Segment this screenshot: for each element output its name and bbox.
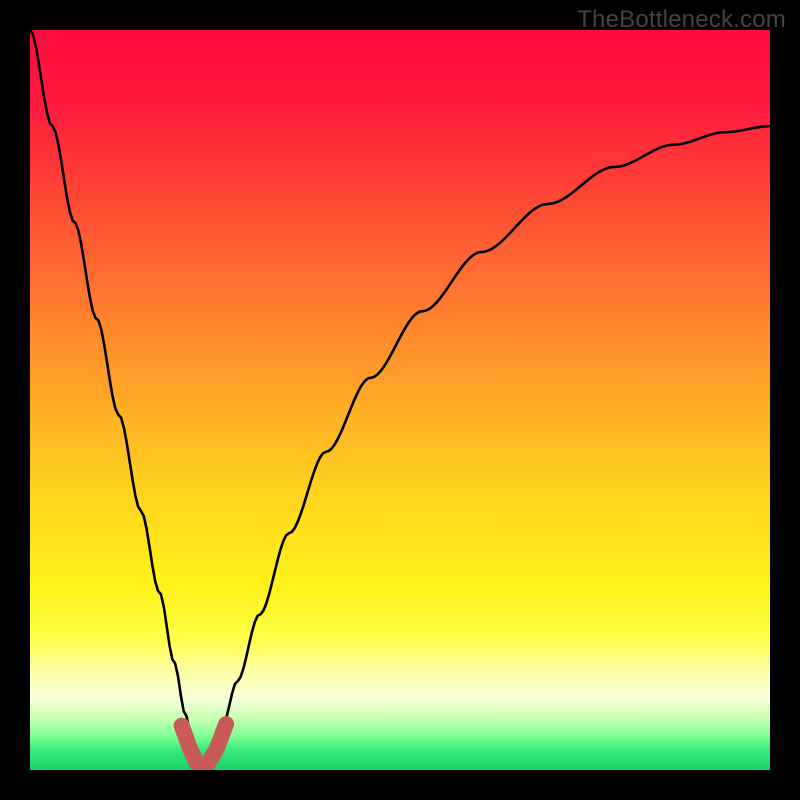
bottleneck-curve: [30, 30, 770, 769]
notch-marker-path: [182, 724, 226, 770]
plot-area: [30, 30, 770, 770]
notch-marker: [182, 724, 226, 770]
outer-frame: TheBottleneck.com: [0, 0, 800, 800]
curve-layer: [30, 30, 770, 770]
